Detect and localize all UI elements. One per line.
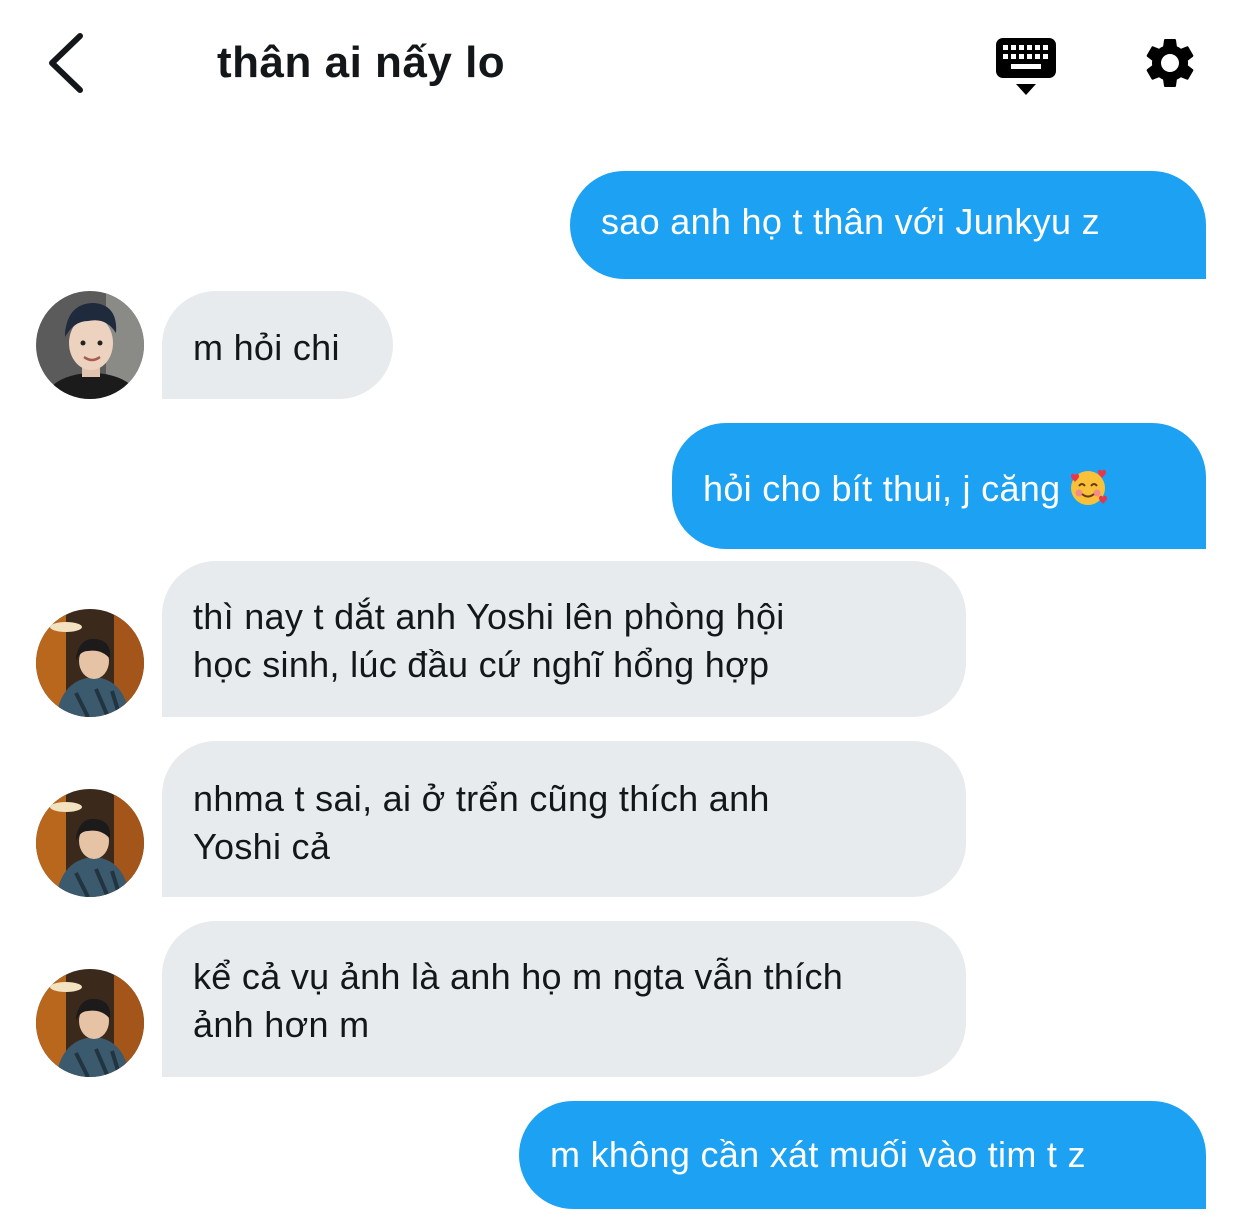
outgoing-message-bubble[interactable]: m không cần xát muối vào tim t z xyxy=(519,1101,1206,1209)
sender-avatar[interactable] xyxy=(36,291,144,399)
message-text: m không cần xát muối vào tim t z xyxy=(550,1134,1086,1175)
message-text-line: nhma t sai, ai ở trển cũng thích anh xyxy=(193,778,770,819)
sender-avatar[interactable] xyxy=(36,789,144,897)
incoming-message-bubble[interactable]: kể cả vụ ảnh là anh họ m ngta vẫn thích … xyxy=(162,921,966,1077)
chevron-left-icon xyxy=(49,33,83,93)
outgoing-message-bubble[interactable]: sao anh họ t thân với Junkyu z xyxy=(570,171,1206,279)
message-text: m hỏi chi xyxy=(193,327,340,368)
keyboard-toggle-button[interactable] xyxy=(994,36,1058,98)
message-text-line: học sinh, lúc đầu cứ nghĩ hổng hợp xyxy=(193,644,770,685)
avatar-image xyxy=(36,969,144,1077)
sender-avatar[interactable] xyxy=(36,969,144,1077)
gear-icon xyxy=(1146,39,1194,87)
avatar-image xyxy=(36,789,144,897)
message-text-line: ảnh hơn m xyxy=(193,1004,370,1045)
message-text-line: Yoshi cả xyxy=(193,826,331,867)
incoming-message-bubble[interactable]: thì nay t dắt anh Yoshi lên phòng hội họ… xyxy=(162,561,966,717)
dm-conversation-screen: thân ai nấy lo sao anh họ t thân với Jun… xyxy=(0,0,1242,1215)
back-button[interactable] xyxy=(40,30,96,96)
avatar-image xyxy=(36,609,144,717)
keyboard-hide-icon xyxy=(996,38,1056,95)
incoming-message-bubble[interactable]: m hỏi chi xyxy=(162,291,393,399)
message-text: sao anh họ t thân với Junkyu z xyxy=(601,201,1100,242)
settings-button[interactable] xyxy=(1140,33,1200,93)
avatar-image xyxy=(36,291,144,399)
message-text-line: kể cả vụ ảnh là anh họ m ngta vẫn thích xyxy=(193,956,844,997)
message-text: hỏi cho bít thui, j căng xyxy=(703,468,1061,509)
conversation-title: thân ai nấy lo xyxy=(217,38,506,87)
incoming-message-bubble[interactable]: nhma t sai, ai ở trển cũng thích anh Yos… xyxy=(162,741,966,897)
sender-avatar[interactable] xyxy=(36,609,144,717)
smiling-face-with-hearts-icon xyxy=(1071,469,1108,505)
message-text-line: thì nay t dắt anh Yoshi lên phòng hội xyxy=(193,596,785,637)
outgoing-message-bubble[interactable]: hỏi cho bít thui, j căng xyxy=(672,423,1206,549)
